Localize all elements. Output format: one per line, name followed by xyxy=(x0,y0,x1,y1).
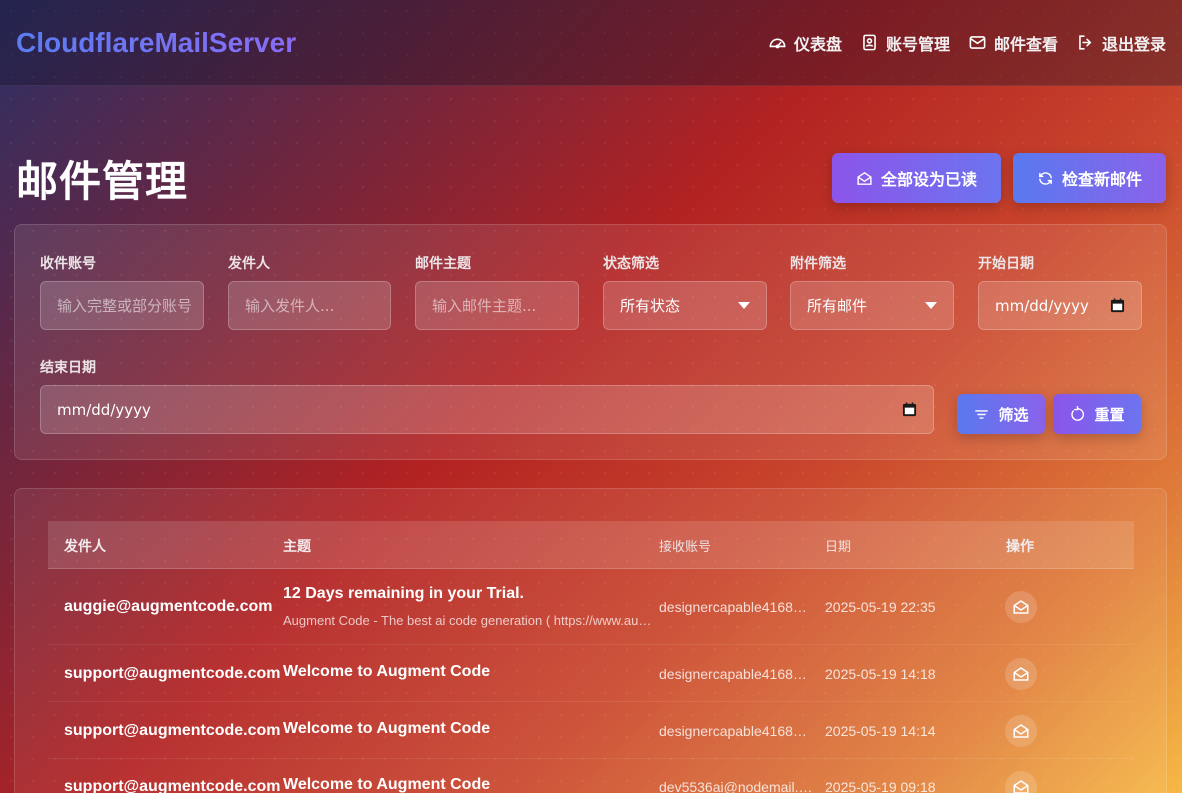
attachment-select[interactable]: 所有邮件 xyxy=(790,281,954,330)
filter-icon xyxy=(975,409,989,419)
calendar-icon[interactable] xyxy=(902,402,917,417)
header-sender[interactable]: 发件人 xyxy=(64,536,106,556)
end-date-input[interactable]: mm/dd/yyyy xyxy=(40,385,934,434)
row-subject: Welcome to Augment Code xyxy=(283,776,491,793)
status-filter: 状态筛选 所有状态 xyxy=(603,253,767,330)
header-date[interactable]: 日期 xyxy=(825,536,851,555)
row-subject: Welcome to Augment Code xyxy=(283,720,491,737)
nav-item-dashboard[interactable]: 仪表盘 xyxy=(768,31,842,55)
attachment-select-value: 所有邮件 xyxy=(807,297,868,315)
table-row[interactable]: support@augmentcode.com Welcome to Augme… xyxy=(48,645,1134,702)
envelope-icon xyxy=(969,36,986,49)
subject-filter-label: 邮件主题 xyxy=(415,256,471,272)
header-action: 操作 xyxy=(1006,539,1034,555)
end-date-value: mm/dd/yyyy xyxy=(57,400,151,419)
row-account: dev5536ai@nodemail.org xyxy=(659,779,814,793)
gauge-icon xyxy=(769,38,786,49)
header-account[interactable]: 接收账号 xyxy=(659,536,711,555)
check-new-mail-label: 检查新邮件 xyxy=(1061,170,1142,189)
filter-button-label: 筛选 xyxy=(998,405,1029,424)
mark-read-button[interactable] xyxy=(1005,591,1037,623)
end-date-label: 结束日期 xyxy=(40,360,96,376)
row-subject: 12 Days remaining in your Trial. xyxy=(283,585,524,602)
envelope-open-icon xyxy=(1013,667,1029,681)
row-subject: Welcome to Augment Code xyxy=(283,663,491,680)
row-date: 2025-05-19 14:18 xyxy=(825,666,936,682)
table-row[interactable]: auggie@augmentcode.com 12 Days remaining… xyxy=(48,569,1134,645)
mark-read-button[interactable] xyxy=(1005,715,1037,747)
reset-button[interactable]: 重置 xyxy=(1053,394,1141,434)
calendar-icon[interactable] xyxy=(1110,298,1125,313)
mark-read-button[interactable] xyxy=(1005,771,1037,793)
table-row[interactable]: support@augmentcode.com Welcome to Augme… xyxy=(48,759,1134,793)
chevron-down-icon xyxy=(925,302,937,309)
sender-filter: 发件人 输入发件人... xyxy=(228,253,391,330)
row-sender: support@augmentcode.com xyxy=(64,778,281,793)
envelope-open-icon xyxy=(857,171,872,185)
sender-input[interactable]: 输入发件人... xyxy=(228,281,391,330)
reset-button-label: 重置 xyxy=(1094,405,1125,424)
start-date-filter: 开始日期 mm/dd/yyyy xyxy=(978,253,1142,330)
id-badge-icon xyxy=(863,34,876,51)
status-filter-label: 状态筛选 xyxy=(603,256,659,272)
row-date: 2025-05-19 22:35 xyxy=(825,599,936,615)
main-nav: 仪表盘 账号管理 邮件查看 退出登录 xyxy=(768,31,1166,55)
start-date-input[interactable]: mm/dd/yyyy xyxy=(978,281,1142,330)
start-date-value: mm/dd/yyyy xyxy=(995,296,1089,315)
sender-filter-label: 发件人 xyxy=(228,256,270,272)
attachment-filter-label: 附件筛选 xyxy=(790,256,846,272)
top-navbar: CloudflareMailServer 仪表盘 账号管理 邮件查看 退出登录 xyxy=(0,0,1182,86)
mark-all-read-button[interactable]: 全部设为已读 xyxy=(831,153,1001,203)
row-date: 2025-05-19 09:18 xyxy=(825,779,936,793)
row-account: designercapable4168@nodemail.org xyxy=(659,723,814,739)
filter-button[interactable]: 筛选 xyxy=(957,394,1045,434)
status-select[interactable]: 所有状态 xyxy=(603,281,767,330)
status-select-value: 所有状态 xyxy=(620,297,681,315)
subject-input[interactable]: 输入邮件主题... xyxy=(415,281,579,330)
account-filter-label: 收件账号 xyxy=(40,256,96,272)
row-account: designercapable4168@nodemail.org xyxy=(659,666,814,682)
mark-all-read-label: 全部设为已读 xyxy=(880,170,977,189)
start-date-label: 开始日期 xyxy=(978,256,1034,272)
row-preview: Augment Code - The best ai code generati… xyxy=(283,613,653,628)
redo-icon xyxy=(1071,405,1085,421)
page-actions: 全部设为已读 检查新邮件 xyxy=(831,153,1166,203)
row-sender: support@augmentcode.com xyxy=(64,665,281,682)
envelope-open-icon xyxy=(1013,780,1029,793)
nav-item-logout[interactable]: 退出登录 xyxy=(1076,31,1166,55)
chevron-down-icon xyxy=(738,302,750,309)
nav-item-mail-view[interactable]: 邮件查看 xyxy=(968,31,1058,55)
brand-logo[interactable]: CloudflareMailServer xyxy=(16,27,296,59)
envelope-open-icon xyxy=(1013,724,1029,738)
table-row[interactable]: support@augmentcode.com Welcome to Augme… xyxy=(48,702,1134,759)
nav-label-logout: 退出登录 xyxy=(1101,34,1166,54)
sync-icon xyxy=(1039,171,1052,185)
mark-read-button[interactable] xyxy=(1005,658,1037,690)
end-date-filter: 结束日期 mm/dd/yyyy xyxy=(40,357,934,434)
nav-label-dashboard: 仪表盘 xyxy=(793,34,842,54)
nav-label-mail-view: 邮件查看 xyxy=(993,34,1058,54)
mail-table-panel: 发件人 主题 接收账号 日期 操作 auggie@augmentcode.com… xyxy=(14,488,1167,793)
table-header: 发件人 主题 接收账号 日期 操作 xyxy=(48,521,1134,569)
account-input[interactable]: 输入完整或部分账号 xyxy=(40,281,204,330)
row-account: designercapable4168@nodemail.org xyxy=(659,599,814,615)
row-sender: auggie@augmentcode.com xyxy=(64,598,273,615)
subject-filter: 邮件主题 输入邮件主题... xyxy=(415,253,579,330)
row-date: 2025-05-19 14:14 xyxy=(825,723,936,739)
row-sender: support@augmentcode.com xyxy=(64,722,281,739)
page-title: 邮件管理 xyxy=(16,157,189,206)
nav-item-accounts[interactable]: 账号管理 xyxy=(860,31,950,55)
account-filter: 收件账号 输入完整或部分账号 xyxy=(40,253,204,330)
sign-out-icon xyxy=(1079,35,1092,50)
check-new-mail-button[interactable]: 检查新邮件 xyxy=(1012,153,1166,203)
header-subject[interactable]: 主题 xyxy=(283,536,311,556)
filter-panel: 收件账号 输入完整或部分账号 发件人 输入发件人... 邮件主题 输入邮件主题.… xyxy=(14,224,1167,460)
envelope-open-icon xyxy=(1013,600,1029,614)
nav-label-accounts: 账号管理 xyxy=(885,34,950,54)
attachment-filter: 附件筛选 所有邮件 xyxy=(790,253,954,330)
